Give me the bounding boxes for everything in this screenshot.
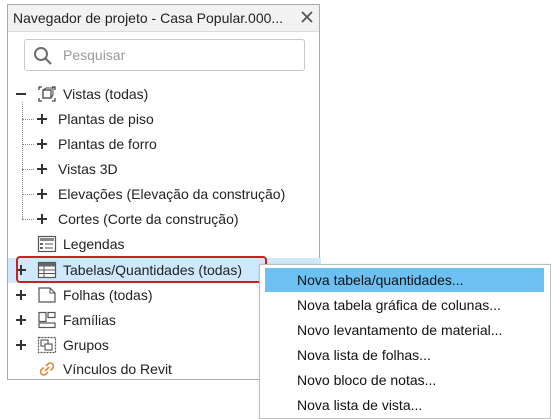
tree-label: Vínculos do Revit: [63, 361, 172, 377]
search-placeholder: Pesquisar: [63, 47, 126, 63]
expand-icon[interactable]: [36, 113, 48, 125]
expand-icon[interactable]: [36, 188, 48, 200]
tree-item-ceiling-plans[interactable]: Plantas de forro: [8, 132, 308, 156]
panel-title: Navegador de projeto - Casa Popular.000.…: [13, 10, 284, 26]
collapse-icon[interactable]: [15, 88, 27, 100]
tree-item-sections[interactable]: Cortes (Corte da construção): [8, 207, 308, 231]
tree-label: Famílias: [63, 312, 116, 328]
legend-icon: [37, 235, 57, 253]
menu-item-new-graphical-column-schedule[interactable]: Nova tabela gráfica de colunas...: [265, 293, 544, 317]
groups-icon: [37, 336, 57, 354]
callout-highlight-box: [16, 256, 267, 283]
tree-item-views[interactable]: Vistas (todas): [8, 82, 308, 106]
tree-item-3d-views[interactable]: Vistas 3D: [8, 157, 308, 181]
tree-label: Folhas (todas): [63, 287, 153, 303]
search-icon: [33, 46, 53, 71]
expand-icon[interactable]: [15, 314, 27, 326]
search-input[interactable]: Pesquisar: [24, 39, 305, 71]
tree-label: Vistas 3D: [58, 161, 118, 177]
expand-icon[interactable]: [15, 339, 27, 351]
menu-item-new-note-block[interactable]: Novo bloco de notas...: [265, 368, 544, 392]
expand-icon[interactable]: [36, 138, 48, 150]
expand-icon[interactable]: [36, 163, 48, 175]
menu-item-new-sheet-list[interactable]: Nova lista de folhas...: [265, 343, 544, 367]
link-icon: [37, 360, 57, 378]
tree-item-floor-plans[interactable]: Plantas de piso: [8, 107, 308, 131]
context-menu: Nova tabela/quantidades... Nova tabela g…: [259, 264, 551, 419]
tree-label: Cortes (Corte da construção): [58, 211, 239, 227]
tree-label: Elevações (Elevação da construção): [58, 186, 286, 202]
tree-label: Legendas: [63, 236, 125, 252]
tree-label: Vistas (todas): [63, 86, 149, 102]
tree-item-legends[interactable]: Legendas: [8, 232, 308, 256]
project-browser-titlebar[interactable]: Navegador de projeto - Casa Popular.000.…: [8, 5, 319, 32]
close-icon[interactable]: [298, 8, 316, 26]
views-icon: [37, 85, 57, 103]
menu-item-new-view-list[interactable]: Nova lista de vista...: [265, 393, 544, 417]
families-icon: [37, 311, 57, 329]
tree-label: Grupos: [63, 337, 109, 353]
menu-item-new-schedule[interactable]: Nova tabela/quantidades...: [265, 268, 544, 292]
expand-icon[interactable]: [36, 213, 48, 225]
tree-label: Plantas de forro: [58, 136, 157, 152]
expand-icon[interactable]: [15, 289, 27, 301]
tree-label: Plantas de piso: [58, 111, 154, 127]
menu-item-new-material-takeoff[interactable]: Novo levantamento de material...: [265, 318, 544, 342]
sheet-icon: [37, 286, 57, 304]
tree-item-elevations[interactable]: Elevações (Elevação da construção): [8, 182, 313, 206]
